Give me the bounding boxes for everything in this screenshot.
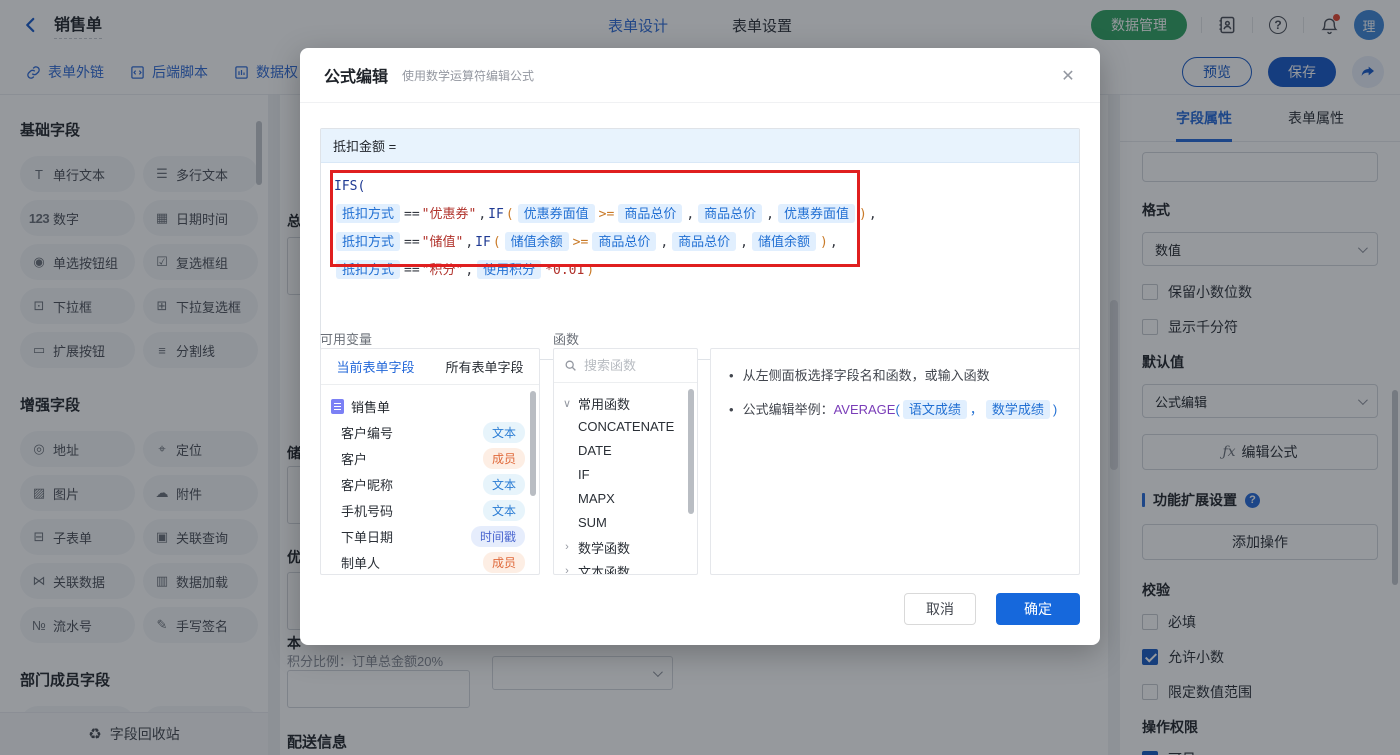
field-chip: 优惠券面值 [518,204,595,223]
close-icon[interactable]: ✕ [1058,66,1078,86]
function-item-concatenate[interactable]: CONCATENATE [562,415,697,439]
formula-token: , [869,207,877,222]
variables-label: 可用变量 [320,329,372,348]
field-chip: 商品总价 [592,232,656,251]
field-chip: 储值余额 [505,232,569,251]
function-group-common[interactable]: ∨ 常用函数 [562,391,697,415]
field-chip: 商品总价 [672,232,736,251]
formula-token: == [404,207,420,222]
search-input[interactable] [584,358,674,373]
variable-row[interactable]: 客户 成员 [321,445,539,471]
function-group-text[interactable]: › 文本函数 [562,559,697,575]
formula-token: IF [475,235,491,250]
functions-label: 函数 [553,329,579,348]
chevron-collapsed-icon: › [562,565,572,575]
function-search[interactable] [554,349,697,383]
formula-result-label: 抵扣金额 = [321,129,1079,163]
formula-token: ) [586,263,594,278]
formula-token: == [404,263,420,278]
tab-current-form-fields[interactable]: 当前表单字段 [321,357,430,376]
field-chip: 抵扣方式 [336,260,400,279]
field-chip: 商品总价 [698,204,762,223]
functions-panel: ∨ 常用函数 CONCATENATE DATE IF MAPX SUM › 数学… [553,348,698,575]
hint-line-2: • 公式编辑举例：AVERAGE(语文成绩，数学成绩) [729,399,1061,421]
cancel-button[interactable]: 取消 [904,593,976,625]
chevron-collapsed-icon: › [562,541,572,553]
tab-all-form-fields[interactable]: 所有表单字段 [430,357,539,376]
formula-box: 抵扣金额 = IFS( 抵扣方式=="优惠券",IF(优惠券面值>=商品总价,商… [320,128,1080,360]
field-chip: 储值余额 [752,232,816,251]
variables-panel: 当前表单字段 所有表单字段 销售单 客户编号 文本 客户 成员 客户昵称 文本 [320,348,540,575]
formula-token: ) [820,235,828,250]
formula-token: IFS( [334,179,365,194]
field-chip: 使用积分 [477,260,541,279]
formula-edit-modal: 公式编辑 使用数学运算符编辑公式 ✕ 抵扣金额 = IFS( 抵扣方式=="优惠… [300,48,1100,645]
hint-panel: • 从左侧面板选择字段名和函数，或输入函数 • 公式编辑举例：AVERAGE(语… [710,348,1080,575]
formula-line: IFS( [333,173,1067,200]
formula-token: IF [488,207,504,222]
formula-token: , [766,207,774,222]
type-badge: 时间戳 [471,526,525,547]
function-item-if[interactable]: IF [562,463,697,487]
app-root: 销售单 表单设计 表单设置 数据管理 ? 理 表单外链 [0,0,1400,755]
variables-scrollbar[interactable] [530,391,536,496]
formula-token: , [686,207,694,222]
modal-footer: 取消 确定 [904,593,1080,625]
confirm-button[interactable]: 确定 [996,593,1080,625]
variable-row[interactable]: 手机号码 文本 [321,497,539,523]
formula-token: "积分" [422,263,464,278]
formula-token: , [740,235,748,250]
formula-token: ( [506,207,514,222]
variables-tabs: 当前表单字段 所有表单字段 [321,349,539,385]
variable-row[interactable]: 客户昵称 文本 [321,471,539,497]
formula-token: , [830,235,838,250]
field-chip: 语文成绩 [903,400,967,419]
formula-token: >= [599,207,615,222]
formula-token: ) [859,207,867,222]
field-chip: 优惠券面值 [778,204,855,223]
formula-token: "优惠券" [422,207,477,222]
type-badge: 成员 [483,552,525,573]
formula-token: ( [493,235,501,250]
field-chip: 数学成绩 [986,400,1050,419]
formula-token: , [465,235,473,250]
formula-line: 抵扣方式 =="积分", 使用积分 *0.01) [333,256,1067,284]
formula-token: == [404,235,420,250]
formula-token: , [478,207,486,222]
field-chip: 商品总价 [618,204,682,223]
type-badge: 文本 [483,500,525,521]
formula-line: 抵扣方式=="储值",IF(储值余额>=商品总价,商品总价,储值余额), [333,228,1067,256]
variables-root[interactable]: 销售单 [331,393,539,419]
functions-scrollbar[interactable] [688,389,694,514]
formula-token: "储值" [422,235,464,250]
formula-token: , [465,263,473,278]
type-badge: 成员 [483,448,525,469]
form-doc-icon [331,399,344,414]
function-group-math[interactable]: › 数学函数 [562,535,697,559]
function-item-sum[interactable]: SUM [562,511,697,535]
variable-row[interactable]: 制单人 成员 [321,549,539,575]
formula-token: *0.01 [545,263,584,278]
field-chip: 抵扣方式 [336,232,400,251]
modal-subtitle: 使用数学运算符编辑公式 [402,67,534,84]
type-badge: 文本 [483,474,525,495]
variable-row[interactable]: 客户编号 文本 [321,419,539,445]
formula-token: >= [573,235,589,250]
formula-token: , [660,235,668,250]
field-chip: 抵扣方式 [336,204,400,223]
chevron-expanded-icon: ∨ [562,397,572,410]
function-item-mapx[interactable]: MAPX [562,487,697,511]
formula-line: 抵扣方式=="优惠券",IF(优惠券面值>=商品总价,商品总价,优惠券面值), [333,200,1067,228]
type-badge: 文本 [483,422,525,443]
hint-line-1: • 从左侧面板选择字段名和函数，或输入函数 [729,365,1061,387]
function-item-date[interactable]: DATE [562,439,697,463]
modal-header: 公式编辑 使用数学运算符编辑公式 ✕ [300,48,1100,103]
search-icon [564,359,577,372]
formula-editor[interactable]: IFS( 抵扣方式=="优惠券",IF(优惠券面值>=商品总价,商品总价,优惠券… [321,163,1079,294]
example-function-name: AVERAGE [834,402,896,417]
modal-title: 公式编辑 [324,63,388,87]
variable-row[interactable]: 下单日期 时间戳 [321,523,539,549]
